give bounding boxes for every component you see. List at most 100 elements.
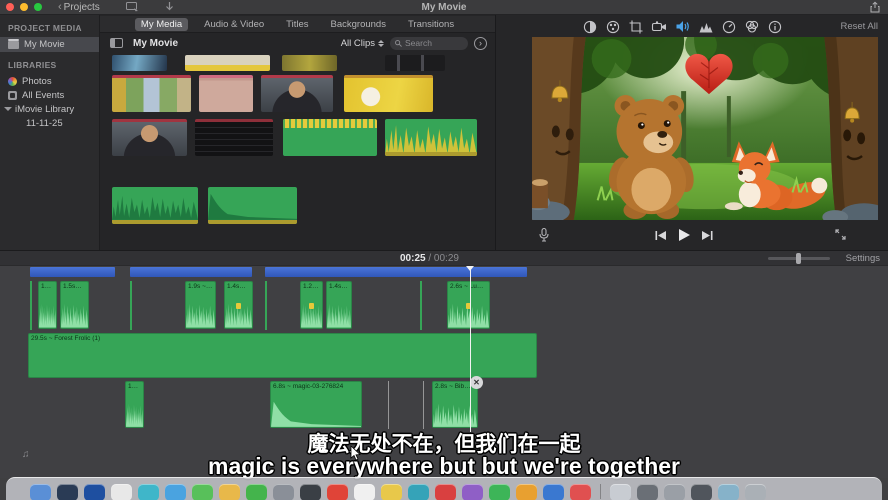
dock-separator [600,484,601,499]
time-separator: / [426,253,434,264]
dock-app-icon[interactable] [637,484,658,500]
tab-titles[interactable]: Titles [280,18,314,31]
browser-appearance-icon[interactable]: › [474,37,487,50]
timecode: 00:25 / 00:29 [400,253,459,264]
timeline-zoom-slider[interactable] [768,257,830,260]
color-balance-icon[interactable] [583,20,597,34]
dock-app-icon[interactable] [745,484,766,500]
tab-my-media[interactable]: My Media [135,18,188,31]
dock-app-icon[interactable] [381,484,402,500]
adjust-toolbar [495,17,888,36]
dock-app-icon[interactable] [300,484,321,500]
sidebar-item-all-events[interactable]: All Events [0,88,99,102]
search-box[interactable] [390,37,468,50]
dock-app-icon[interactable] [57,484,78,500]
sidebar-item-library-date[interactable]: 11-11-25 [0,116,99,130]
clips-filter-label: All Clips [341,38,375,49]
dock-app-icon[interactable] [192,484,213,500]
dock-app-icon[interactable] [610,484,631,500]
stabilization-icon[interactable] [652,21,667,33]
dock-app-icon[interactable] [462,484,483,500]
dock-app-icon[interactable] [327,484,348,500]
sidebar-toggle-icon[interactable] [110,38,123,48]
sidebar-item-label: Photos [22,76,52,87]
close-window-button[interactable] [6,3,14,11]
tab-transitions[interactable]: Transitions [402,18,460,31]
dock-app-icon[interactable] [354,484,375,500]
current-time: 00:25 [400,253,426,264]
color-correction-icon[interactable] [606,20,620,34]
search-icon [395,40,402,47]
browser-title: My Movie [133,38,178,49]
chevron-left-icon: ‹ [58,1,62,13]
dock-app-icon[interactable] [138,484,159,500]
sidebar-item-label: My Movie [24,39,65,50]
minimize-window-button[interactable] [20,3,28,11]
mouse-cursor [350,446,361,461]
preview-frame-forest-scene [532,37,878,220]
clips-filter-dropdown[interactable]: All Clips [341,38,384,49]
dock-app-icon[interactable] [570,484,591,500]
sidebar-item-my-movie[interactable]: My Movie [0,37,99,52]
titlebar: ‹ Projects My Movie [0,0,888,15]
crop-icon[interactable] [629,20,643,34]
dock-app-icon[interactable] [516,484,537,500]
import-media-icon[interactable] [126,2,139,12]
speed-icon[interactable] [722,20,736,34]
dock-app-icon[interactable] [111,484,132,500]
effects-icon[interactable] [745,20,759,33]
dock-app-icon[interactable] [435,484,456,500]
projects-back-button[interactable]: ‹ Projects [58,1,100,13]
libraries-heading: LIBRARIES [0,52,99,74]
fullscreen-icon[interactable] [835,229,846,240]
dock-app-icon[interactable] [273,484,294,500]
dock-app-icon[interactable] [84,484,105,500]
tab-audio-video[interactable]: Audio & Video [198,18,270,31]
disclosure-triangle-icon[interactable] [4,106,10,112]
reset-all-button[interactable]: Reset All [841,21,879,32]
dock-app-icon[interactable] [489,484,510,500]
media-tabs: My Media Audio & Video Titles Backgrounds Tr… [100,16,495,33]
microphone-icon[interactable] [539,228,549,242]
zoom-window-button[interactable] [34,3,42,11]
dock-app-icon[interactable] [30,484,51,500]
download-arrow-icon[interactable] [165,2,174,12]
clapperboard-icon [8,41,19,49]
dock-app-icon[interactable] [246,484,267,500]
sidebar-item-label: All Events [22,90,64,101]
sidebar: PROJECT MEDIA My Movie LIBRARIES Photos … [0,15,100,250]
total-time: 00:29 [434,253,459,264]
volume-icon[interactable] [676,20,690,33]
dock-app-icon[interactable] [718,484,739,500]
all-events-icon [8,91,17,100]
photos-icon [8,77,17,86]
dock [6,477,882,500]
skip-back-icon[interactable] [655,230,667,241]
dock-app-icon[interactable] [219,484,240,500]
browser-header: My Movie All Clips › [100,33,495,53]
dock-app-icon[interactable] [543,484,564,500]
preview-controls [495,222,888,248]
sidebar-item-photos[interactable]: Photos [0,74,99,88]
dock-app-icon[interactable] [664,484,685,500]
share-icon[interactable] [870,2,880,13]
subtitle-english: magic is everywhere but but we're togeth… [0,453,888,480]
playhead[interactable] [470,266,471,432]
search-input[interactable] [405,38,463,48]
play-button-icon[interactable] [677,228,691,242]
updown-chevrons-icon [378,40,384,47]
dock-app-icon[interactable] [408,484,429,500]
slider-knob[interactable] [796,253,801,264]
info-icon[interactable] [768,20,782,34]
projects-back-label: Projects [64,2,100,13]
dock-app-icon[interactable] [691,484,712,500]
timeline-settings-button[interactable]: Settings [846,253,880,264]
sidebar-item-label: 11-11-25 [26,118,63,129]
skip-forward-icon[interactable] [701,230,713,241]
tab-backgrounds[interactable]: Backgrounds [325,18,392,31]
noise-reduction-icon[interactable] [699,21,713,33]
preview-viewer[interactable] [532,37,878,220]
dock-app-icon[interactable] [165,484,186,500]
sidebar-item-imovie-library[interactable]: iMovie Library [0,102,99,116]
sidebar-item-label: iMovie Library [15,104,74,115]
